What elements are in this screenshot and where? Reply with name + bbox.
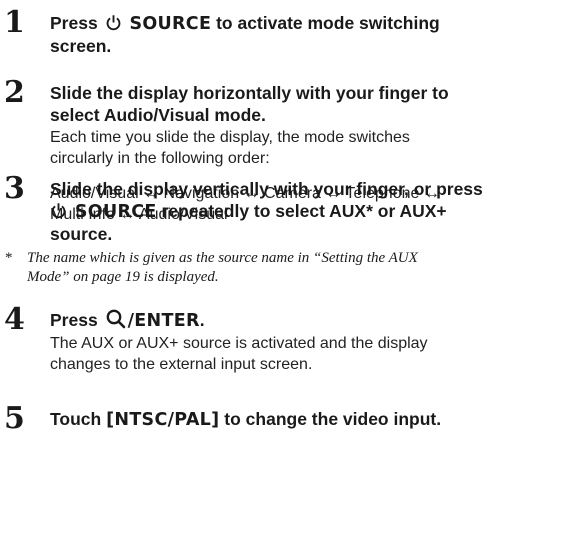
step-description: The AUX or AUX+ source is activated and …	[50, 335, 428, 373]
step-number: 4	[4, 302, 25, 337]
footnote: * The name which is given as the source n…	[0, 249, 560, 287]
step-heading: Slide the display horizontally with your…	[50, 83, 449, 125]
step-heading: Slide the display vertically with your f…	[50, 179, 483, 244]
step-number: 5	[4, 401, 25, 436]
step-heading: Press SOURCE to activate mode switching …	[50, 13, 440, 56]
step-number: 1	[4, 5, 25, 40]
step-description: Each time you slide the display, the mod…	[50, 129, 410, 167]
enter-key-label: /ENTER	[127, 311, 200, 331]
step-number: 2	[4, 75, 25, 110]
manual-page: { "steps": [ { "number": "1", "heading_p…	[0, 0, 577, 559]
step-heading: Press /ENTER.	[50, 309, 205, 331]
magnifier-icon	[106, 309, 125, 329]
power-icon	[106, 15, 120, 31]
ntsc-pal-button-label: [NTSC/PAL]	[106, 410, 220, 430]
power-icon	[51, 203, 66, 219]
footnote-marker: *	[5, 250, 13, 266]
step-number: 3	[4, 171, 25, 206]
source-key-label: SOURCE	[74, 202, 157, 222]
source-key-label: SOURCE	[129, 14, 212, 34]
step-heading: Touch [NTSC/PAL] to change the video inp…	[50, 409, 442, 430]
